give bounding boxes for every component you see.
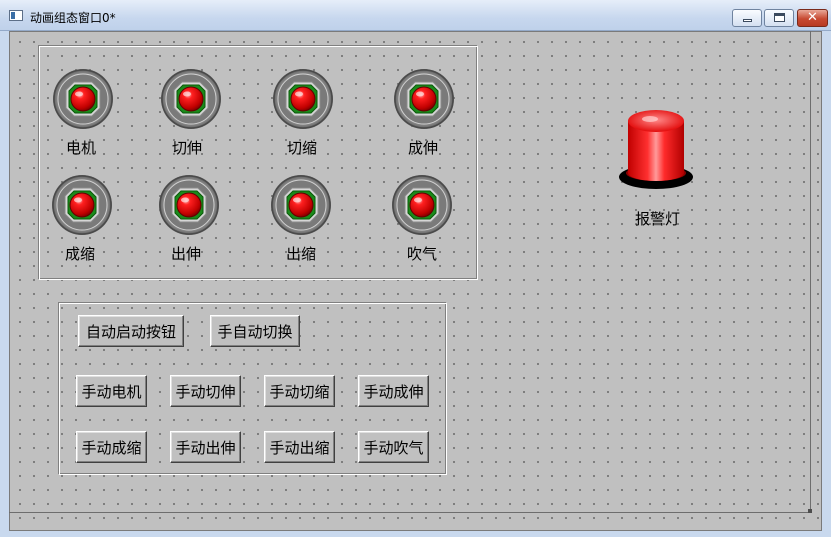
lamp-label-cut-retract: 切缩	[287, 139, 318, 157]
manual-auto-switch-button[interactable]: 手自动切换	[210, 315, 300, 347]
lamp-form-retract[interactable]	[51, 174, 113, 236]
alarm-light-icon	[619, 110, 693, 189]
manual-blow-button[interactable]: 手动吹气	[358, 431, 429, 463]
close-button[interactable]: ✕	[797, 9, 828, 27]
lamp-label-motor: 电机	[66, 139, 97, 157]
indicator-lamp-icon	[52, 68, 114, 130]
alarm-light[interactable]	[618, 107, 698, 193]
maximize-icon	[774, 13, 785, 22]
lamp-cut-retract[interactable]	[272, 68, 334, 130]
lamp-label-blow: 吹气	[407, 245, 438, 263]
manual-out-extend-button[interactable]: 手动出伸	[170, 431, 241, 463]
indicator-lamp-icon	[158, 174, 220, 236]
manual-form-retract-button[interactable]: 手动成缩	[76, 431, 147, 463]
indicator-lamp-icon	[272, 68, 334, 130]
indicator-lamp-icon	[391, 174, 453, 236]
alarm-light-label: 报警灯	[635, 210, 681, 228]
maximize-button[interactable]	[764, 9, 794, 27]
resize-handle[interactable]	[808, 509, 812, 513]
manual-motor-button[interactable]: 手动电机	[76, 375, 147, 407]
lamp-blow[interactable]	[391, 174, 453, 236]
indicator-lamp-icon	[270, 174, 332, 236]
indicator-lamp-icon	[160, 68, 222, 130]
lamp-cut-extend[interactable]	[160, 68, 222, 130]
manual-out-retract-button[interactable]: 手动出缩	[264, 431, 335, 463]
window-icon	[9, 10, 23, 21]
lamp-out-retract[interactable]	[270, 174, 332, 236]
manual-form-extend-button[interactable]: 手动成伸	[358, 375, 429, 407]
title-bar: 动画组态窗口0* ✕	[0, 0, 831, 31]
lamp-label-out-extend: 出伸	[171, 245, 202, 263]
manual-cut-retract-button[interactable]: 手动切缩	[264, 375, 335, 407]
close-icon: ✕	[807, 10, 818, 25]
canvas-boundary-right	[810, 31, 811, 512]
indicator-lamp-icon	[393, 68, 455, 130]
lamp-label-form-retract: 成缩	[65, 245, 96, 263]
minimize-button[interactable]	[732, 9, 762, 27]
auto-start-button[interactable]: 自动启动按钮	[78, 315, 184, 347]
manual-cut-extend-button[interactable]: 手动切伸	[170, 375, 241, 407]
canvas-boundary-bottom	[9, 512, 811, 513]
lamp-label-out-retract: 出缩	[286, 245, 317, 263]
window-title: 动画组态窗口0*	[30, 11, 116, 25]
lamp-motor[interactable]	[52, 68, 114, 130]
lamp-out-extend[interactable]	[158, 174, 220, 236]
lamp-label-cut-extend: 切伸	[172, 139, 203, 157]
minimize-icon	[743, 19, 752, 22]
lamp-form-extend[interactable]	[393, 68, 455, 130]
lamp-label-form-extend: 成伸	[408, 139, 439, 157]
indicator-lamp-icon	[51, 174, 113, 236]
